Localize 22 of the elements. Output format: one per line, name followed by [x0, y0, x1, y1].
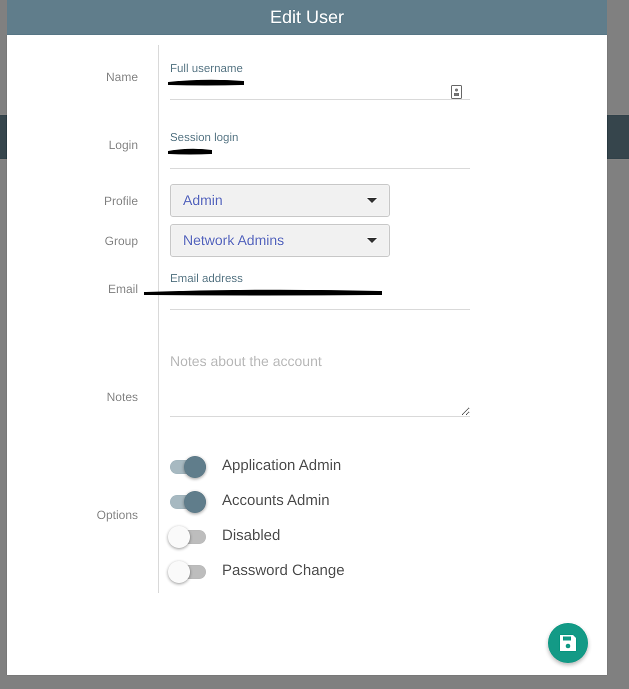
dialog-title: Edit User [7, 0, 607, 35]
save-button[interactable] [548, 623, 588, 663]
toggle-label: Accounts Admin [222, 491, 330, 512]
toggle-label: Disabled [222, 526, 280, 546]
caret-icon [367, 238, 377, 243]
floating-label: Email address [170, 272, 243, 286]
floating-label: Session login [170, 131, 238, 145]
save-icon [558, 633, 578, 653]
field-label: Notes [106, 389, 138, 406]
field-label: Group [104, 233, 138, 250]
field-label: Profile [104, 193, 138, 210]
select-field[interactable]: Network Admins [170, 224, 390, 257]
field-label: Options [96, 507, 138, 524]
select-field[interactable]: Admin [170, 184, 390, 217]
field-label: Name [106, 68, 138, 86]
toggle-label: Password Change [222, 561, 345, 582]
toggle-label: Application Admin [222, 456, 342, 476]
field-label: Login [108, 136, 138, 154]
caret-icon [367, 198, 377, 203]
field-label: Email [108, 281, 138, 298]
id-card-icon[interactable] [451, 85, 462, 99]
floating-label: Full username [170, 62, 243, 76]
